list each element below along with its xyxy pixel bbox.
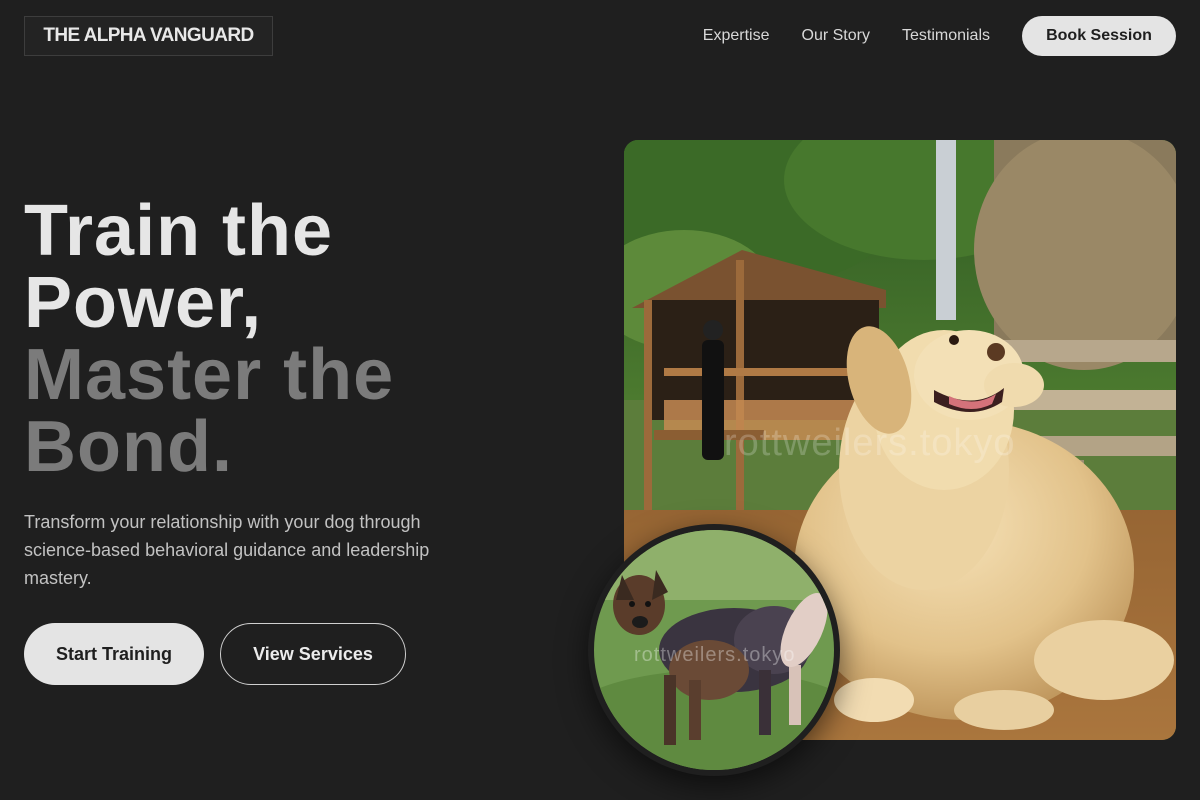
view-services-button[interactable]: View Services: [220, 623, 406, 685]
book-session-button[interactable]: Book Session: [1022, 16, 1176, 56]
brand-logo[interactable]: THE ALPHA VANGUARD: [24, 16, 273, 56]
main-nav: Expertise Our Story Testimonials Book Se…: [703, 16, 1176, 56]
headline-line-1: Train the: [24, 191, 334, 271]
hero-subtitle: Transform your relationship with your do…: [24, 512, 430, 588]
headline-line-2: Power,: [24, 263, 263, 343]
start-training-button[interactable]: Start Training: [24, 623, 204, 685]
landing-page: THE ALPHA VANGUARD Expertise Our Story T…: [0, 0, 1200, 800]
shepherd-mix-dog-photo: rottweilers.tokyo: [594, 530, 834, 770]
headline-line-3: Master the: [24, 335, 395, 415]
nav-link-expertise[interactable]: Expertise: [703, 27, 770, 45]
inset-dog-photo-frame: rottweilers.tokyo: [588, 524, 840, 776]
main-photo-watermark: rottweilers.tokyo: [724, 422, 1016, 464]
nav-link-testimonials[interactable]: Testimonials: [902, 27, 990, 45]
nav-link-our-story[interactable]: Our Story: [802, 27, 870, 45]
headline-line-4: Bond.: [24, 407, 233, 487]
hero-headline: Train the Power, Master the Bond.: [24, 195, 544, 483]
inset-photo-watermark: rottweilers.tokyo: [634, 644, 796, 666]
